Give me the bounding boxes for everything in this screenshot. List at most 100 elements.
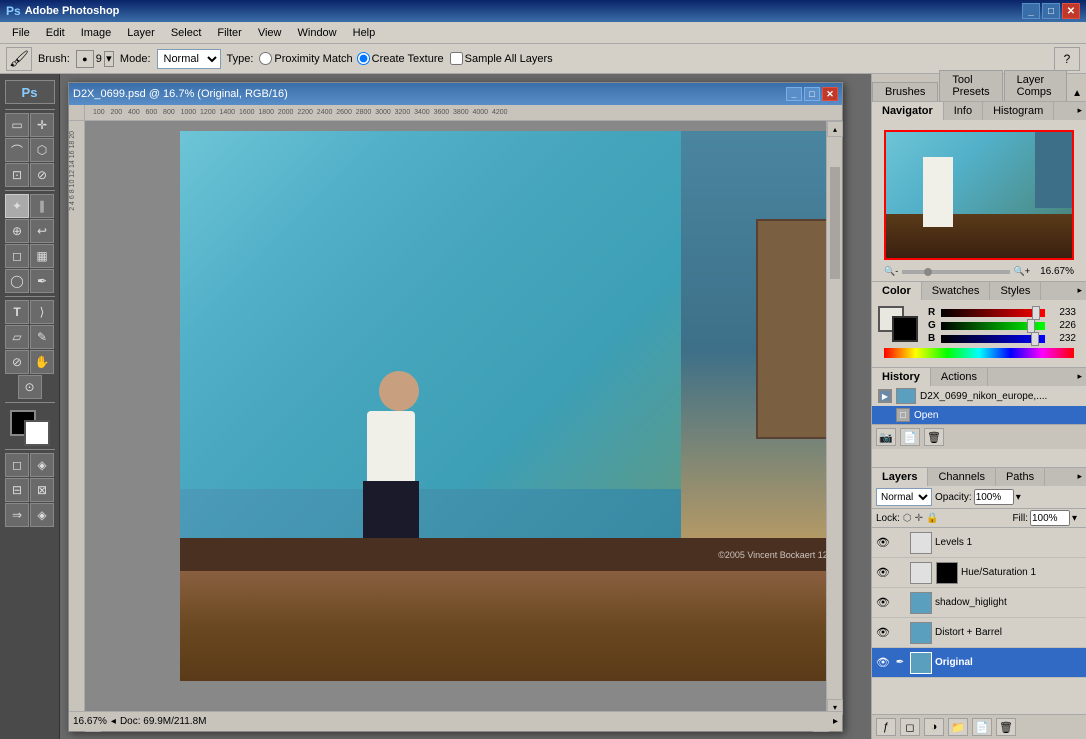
create-texture-radio[interactable]: Create Texture xyxy=(357,52,444,65)
lock-move-icon[interactable]: ✛ xyxy=(915,513,923,524)
layers-tab[interactable]: Layers xyxy=(872,468,928,486)
add-layer-style-btn[interactable]: ƒ xyxy=(876,718,896,736)
menu-image[interactable]: Image xyxy=(73,25,120,41)
panel-top-collapse[interactable]: ▲ xyxy=(1068,86,1086,101)
brushes-tab[interactable]: Brushes xyxy=(872,82,938,101)
sample-all-layers-input[interactable] xyxy=(450,52,463,65)
layers-blend-mode[interactable]: Normal Multiply xyxy=(876,488,932,506)
new-group-btn[interactable]: 📁 xyxy=(948,718,968,736)
sample-all-layers-check[interactable]: Sample All Layers xyxy=(450,52,553,65)
tool-preset-picker[interactable]: 🖌 xyxy=(6,47,32,71)
lock-pixels-icon[interactable]: ⬡ xyxy=(903,513,912,524)
layer-eye-huesat[interactable]: 👁 xyxy=(876,566,890,580)
quick-select-tool[interactable]: ⬡ xyxy=(30,138,54,162)
crop-tool[interactable]: ⊡ xyxy=(5,163,29,187)
standard-mode[interactable]: ◻ xyxy=(5,453,29,477)
color-boxes[interactable] xyxy=(10,410,50,446)
scroll-up-btn[interactable]: ▴ xyxy=(827,121,843,137)
eyedropper-tool-2[interactable]: ⊘ xyxy=(5,350,29,374)
fill-dropdown[interactable]: ▾ xyxy=(1072,513,1082,524)
layer-eye-original[interactable]: 👁 xyxy=(876,656,890,670)
hand-tool[interactable]: ✋ xyxy=(30,350,54,374)
navigator-tab[interactable]: Navigator xyxy=(872,102,944,120)
layer-item-shadow[interactable]: 👁 shadow_higlight xyxy=(872,588,1086,618)
spot-heal-tool[interactable]: ✦ xyxy=(5,194,29,218)
canvas-area[interactable]: ©2005 Vincent Bockaert 123di.com xyxy=(85,121,826,711)
zoom-tool[interactable]: ⊙ xyxy=(18,375,42,399)
v-scroll-thumb[interactable] xyxy=(830,167,840,279)
layer-eye-shadow[interactable]: 👁 xyxy=(876,596,890,610)
layer-comps-tab[interactable]: Layer Comps xyxy=(1004,70,1067,101)
screen-mode-2[interactable]: ⊠ xyxy=(30,478,54,502)
zoom-in-icon[interactable]: 🔍+ xyxy=(1014,266,1030,277)
layers-options[interactable]: ▸ xyxy=(1073,468,1086,486)
eyedropper-tool[interactable]: ⊘ xyxy=(30,163,54,187)
menu-edit[interactable]: Edit xyxy=(38,25,73,41)
status-arrow-right[interactable]: ▸ xyxy=(833,716,838,727)
fill-input[interactable] xyxy=(1030,510,1070,526)
doc-close-button[interactable]: ✕ xyxy=(822,87,838,101)
pen-tool[interactable]: ✒ xyxy=(30,269,54,293)
clone-stamp-tool[interactable]: ⊕ xyxy=(5,219,29,243)
menu-help[interactable]: Help xyxy=(345,25,384,41)
brush-preview[interactable]: ● xyxy=(76,50,94,68)
layer-eye-distort[interactable]: 👁 xyxy=(876,626,890,640)
history-item-open[interactable]: □ Open xyxy=(872,406,1086,424)
proximity-match-input[interactable] xyxy=(259,52,272,65)
opacity-dropdown[interactable]: ▾ xyxy=(1016,492,1026,503)
layer-item-levels1[interactable]: 👁 Levels 1 xyxy=(872,528,1086,558)
blue-slider-track[interactable] xyxy=(941,335,1045,343)
new-fill-adj-btn[interactable]: ◑ xyxy=(924,718,944,736)
channels-tab[interactable]: Channels xyxy=(928,468,995,486)
path-select-tool[interactable]: ⟩ xyxy=(30,300,54,324)
layer-item-distort[interactable]: 👁 Distort + Barrel xyxy=(872,618,1086,648)
tool-presets-tab[interactable]: Tool Presets xyxy=(939,70,1002,101)
shape-tool[interactable]: ▱ xyxy=(5,325,29,349)
layer-eye-levels1[interactable]: 👁 xyxy=(876,536,890,550)
navigator-preview[interactable] xyxy=(884,130,1074,260)
histogram-tab[interactable]: Histogram xyxy=(983,102,1054,120)
minimize-button[interactable]: _ xyxy=(1022,3,1040,19)
brush-tool[interactable]: ∥ xyxy=(30,194,54,218)
menu-view[interactable]: View xyxy=(250,25,290,41)
proximity-match-radio[interactable]: Proximity Match xyxy=(259,52,352,65)
gradient-tool[interactable]: ▦ xyxy=(30,244,54,268)
color-spectrum-bar[interactable] xyxy=(884,348,1074,358)
maximize-button[interactable]: □ xyxy=(1042,3,1060,19)
history-options[interactable]: ▸ xyxy=(1073,368,1086,386)
screen-mode[interactable]: ⊟ xyxy=(5,478,29,502)
green-slider-thumb[interactable] xyxy=(1027,319,1035,333)
zoom-slider-track[interactable] xyxy=(902,270,1009,274)
doc-maximize-button[interactable]: □ xyxy=(804,87,820,101)
red-slider-track[interactable] xyxy=(941,309,1045,317)
color-bg-swatch[interactable] xyxy=(892,316,918,342)
close-button[interactable]: ✕ xyxy=(1062,3,1080,19)
eraser-tool[interactable]: ◻ xyxy=(5,244,29,268)
add-mask-btn[interactable]: ◻ xyxy=(900,718,920,736)
history-item-snapshot[interactable]: ▶ D2X_0699_nikon_europe,.... xyxy=(872,386,1086,406)
layer-item-original[interactable]: 👁 ✒ Original xyxy=(872,648,1086,678)
extra-tool-2[interactable]: ◈ xyxy=(30,503,54,527)
move-tool[interactable]: ✛ xyxy=(30,113,54,137)
history-delete-btn[interactable]: 🗑 xyxy=(924,428,944,446)
zoom-out-icon[interactable]: 🔍- xyxy=(884,266,898,277)
history-brush-tool[interactable]: ↩ xyxy=(30,219,54,243)
actions-tab[interactable]: Actions xyxy=(931,368,988,386)
zoom-slider-thumb[interactable] xyxy=(924,268,932,276)
styles-tab[interactable]: Styles xyxy=(990,282,1041,300)
swatches-tab[interactable]: Swatches xyxy=(922,282,991,300)
paths-tab[interactable]: Paths xyxy=(996,468,1045,486)
navigator-options[interactable]: ▸ xyxy=(1073,102,1086,120)
notes-tool[interactable]: ✎ xyxy=(30,325,54,349)
layer-item-huesat[interactable]: 👁 Hue/Saturation 1 xyxy=(872,558,1086,588)
history-new-doc-btn[interactable]: 📄 xyxy=(900,428,920,446)
help-btn[interactable]: ? xyxy=(1054,47,1080,71)
doc-minimize-button[interactable]: _ xyxy=(786,87,802,101)
lasso-tool[interactable]: ⌒ xyxy=(5,138,29,162)
menu-layer[interactable]: Layer xyxy=(119,25,163,41)
color-tab[interactable]: Color xyxy=(872,282,922,300)
color-options[interactable]: ▸ xyxy=(1073,282,1086,300)
background-color[interactable] xyxy=(24,420,50,446)
dodge-tool[interactable]: ◯ xyxy=(5,269,29,293)
menu-filter[interactable]: Filter xyxy=(209,25,249,41)
